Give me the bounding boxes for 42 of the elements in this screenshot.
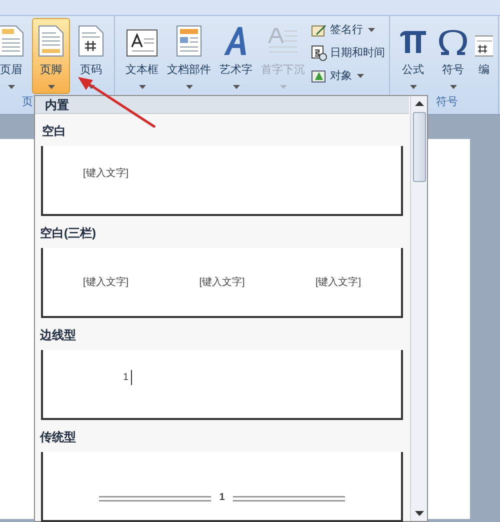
page-icon bbox=[38, 25, 64, 57]
scroll-down-icon[interactable] bbox=[414, 511, 424, 516]
object-icon bbox=[311, 69, 327, 83]
scroll-up-icon[interactable] bbox=[414, 101, 424, 106]
page-number-icon bbox=[78, 25, 104, 57]
ribbon-button[interactable]: 页眉 bbox=[0, 18, 30, 94]
ribbon-button[interactable]: 页脚 bbox=[32, 18, 70, 94]
small-ribbon-button[interactable]: 签名行 bbox=[311, 20, 385, 40]
page-number: 1 bbox=[219, 494, 225, 502]
ribbon-button[interactable]: 艺术字 bbox=[215, 18, 257, 94]
ribbon-button[interactable]: 文档部件 bbox=[165, 18, 213, 94]
ribbon-button[interactable]: 编 bbox=[474, 18, 494, 94]
gallery-item-title: 空白 bbox=[41, 123, 67, 140]
ribbon-button[interactable]: 公式 bbox=[394, 18, 432, 94]
placeholder-text: [键入文字] bbox=[199, 276, 245, 290]
footer-preview[interactable]: [键入文字] [键入文字] [键入文字] bbox=[41, 248, 403, 318]
ribbon-button[interactable]: 符号 bbox=[434, 18, 472, 94]
footer-preview[interactable]: 1 bbox=[41, 350, 403, 420]
pen-icon bbox=[311, 23, 327, 37]
page-number: 1 bbox=[123, 370, 132, 384]
omega-icon bbox=[438, 29, 468, 57]
group-label: 符号 bbox=[436, 95, 458, 110]
scrollbar[interactable] bbox=[410, 96, 427, 521]
numbering-icon bbox=[475, 35, 493, 57]
calendar-clock-icon bbox=[311, 45, 327, 61]
gallery-item-title: 传统型 bbox=[38, 429, 77, 446]
section-heading: 内置 bbox=[45, 96, 69, 114]
scroll-thumb[interactable] bbox=[412, 112, 426, 182]
placeholder-text: [键入文字] bbox=[83, 276, 129, 290]
footer-preview[interactable]: 1 bbox=[41, 452, 403, 522]
footer-preview[interactable]: [键入文字] bbox=[41, 146, 403, 216]
text-box-icon bbox=[126, 29, 158, 57]
ribbon-button[interactable]: 页码 bbox=[72, 18, 110, 94]
ribbon-button[interactable]: 文本框 bbox=[121, 18, 163, 94]
gallery-item-title: 空白(三栏) bbox=[39, 225, 97, 242]
group-label: 页 bbox=[22, 95, 33, 110]
placeholder-text: [键入文字] bbox=[315, 276, 361, 290]
gallery-item-title: 边线型 bbox=[39, 327, 77, 344]
small-ribbon-button[interactable]: 对象 bbox=[311, 66, 385, 86]
document-icon bbox=[176, 25, 202, 57]
placeholder-text: [键入文字] bbox=[83, 166, 129, 180]
small-ribbon-button[interactable]: 日期和时间 bbox=[311, 43, 385, 63]
